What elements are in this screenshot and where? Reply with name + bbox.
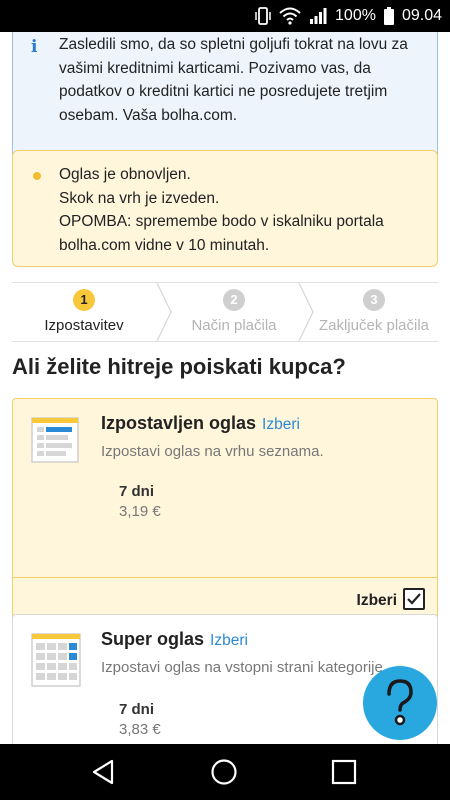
- wifi-icon: [279, 7, 301, 25]
- offer-select-link[interactable]: Izberi: [210, 632, 248, 649]
- signal-icon: [309, 7, 327, 25]
- status-bar: 100% 09.04: [0, 0, 450, 32]
- step-label: Zaključek plačila: [318, 317, 430, 334]
- offer-price: 3,83 €: [119, 721, 161, 738]
- step-number: 3: [363, 289, 385, 311]
- renewal-line-2: Skok na vrh je izveden.: [59, 189, 220, 207]
- system-nav-bar: [0, 744, 450, 800]
- renewal-line-4: bolha.com vidne v 10 minutah.: [59, 236, 270, 254]
- recents-icon[interactable]: [330, 758, 358, 786]
- vibrate-icon: [255, 7, 271, 25]
- battery-icon: [383, 7, 394, 25]
- clock: 09.04: [401, 7, 442, 24]
- checkmark-icon: [407, 593, 421, 605]
- checkout-stepper: 1 Izpostavitev 2 Način plačila 3 Zaključ…: [12, 282, 438, 342]
- renewal-line-1: Oglas je obnovljen.: [59, 166, 191, 183]
- step-divider-icon: [156, 283, 172, 341]
- fraud-warning-notice: i Zasledili smo, da so spletni goljufi t…: [12, 32, 438, 169]
- battery-percent: 100%: [335, 7, 376, 24]
- list-highlight-icon: [31, 417, 79, 463]
- step-number: 2: [223, 289, 245, 311]
- grid-highlight-icon: [31, 633, 81, 687]
- offer-title: Izpostavljen oglas: [101, 413, 257, 433]
- bullet-dot-icon: [33, 172, 41, 180]
- help-button[interactable]: [363, 666, 437, 740]
- offer-price: 3,19 €: [119, 503, 161, 520]
- offer-title: Super oglas: [101, 629, 205, 649]
- step-nacin-placila: 2 Način plačila: [172, 283, 296, 341]
- offer-select-link[interactable]: Izberi: [262, 416, 300, 433]
- offer-description: Izpostavi oglas na vrhu seznama.: [101, 443, 324, 460]
- step-number: 1: [73, 289, 95, 311]
- help-question-icon: [387, 679, 413, 726]
- step-label: Način plačila: [191, 317, 277, 334]
- step-izpostavitev: 1 Izpostavitev: [12, 283, 156, 341]
- offer-description: Izpostavi oglas na vstopni strani katego…: [101, 659, 383, 676]
- select-checkbox[interactable]: [403, 588, 425, 610]
- step-label: Izpostavitev: [44, 317, 124, 334]
- renewal-line-3: OPOMBA: spremembe bodo v iskalniku porta…: [59, 213, 384, 230]
- offer-duration: 7 dni: [119, 483, 155, 500]
- home-icon[interactable]: [210, 758, 238, 786]
- info-icon: i: [31, 37, 38, 57]
- page-heading: Ali želite hitreje poiskati kupca?: [12, 354, 346, 379]
- fraud-warning-text: Zasledili smo, da so spletni goljufi tok…: [59, 36, 408, 124]
- select-label: Izberi: [356, 592, 397, 609]
- offer-duration: 7 dni: [119, 701, 155, 718]
- offer-card-izpostavljen[interactable]: Izpostavljen oglas Izberi Izpostavi oglas…: [12, 398, 438, 627]
- step-zakljucek-placila: 3 Zaključek plačila: [310, 283, 438, 341]
- back-icon[interactable]: [90, 758, 118, 786]
- page-content: i Zasledili smo, da so spletni goljufi t…: [0, 32, 450, 744]
- renewal-notice: Oglas je obnovljen. Skok na vrh je izved…: [12, 150, 438, 267]
